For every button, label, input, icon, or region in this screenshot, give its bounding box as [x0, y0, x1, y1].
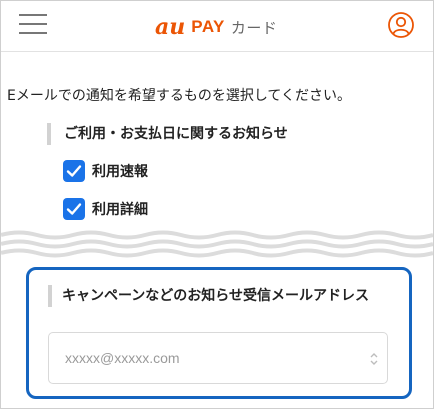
usage-section-heading: ご利用・お支払日に関するお知らせ — [47, 123, 288, 145]
logo-pay-text: PAY — [191, 17, 225, 36]
au-pay-card-logo: au PAY カード — [155, 14, 277, 40]
updown-chevron-icon — [370, 353, 378, 365]
email-placeholder: xxxxx@xxxxx.com — [65, 350, 180, 366]
checkbox-checked-icon[interactable] — [63, 160, 85, 182]
checkbox-usage-details[interactable]: 利用詳細 — [63, 196, 148, 222]
user-account-icon[interactable] — [387, 11, 415, 39]
app-frame: au PAY カード Eメールでの通知を希望するものを選択してください。 ご利用… — [0, 0, 434, 409]
campaign-email-heading: キャンペーンなどのお知らせ受信メールアドレス — [48, 285, 406, 307]
header-bar: au PAY カード — [1, 1, 433, 52]
logo-au-text: au — [155, 14, 186, 40]
checkbox-label: 利用速報 — [92, 164, 148, 180]
checkbox-label: 利用詳細 — [92, 202, 148, 218]
notification-intro-text: Eメールでの通知を希望するものを選択してください。 — [7, 88, 352, 104]
wave-separator — [1, 230, 433, 258]
campaign-email-box: キャンペーンなどのお知らせ受信メールアドレス xxxxx@xxxxx.com — [26, 267, 412, 399]
hamburger-menu-icon[interactable] — [19, 12, 47, 36]
campaign-email-input[interactable]: xxxxx@xxxxx.com — [48, 332, 388, 384]
checkbox-checked-icon[interactable] — [63, 198, 85, 220]
logo-card-text: カード — [230, 18, 278, 37]
checkbox-usage-flash[interactable]: 利用速報 — [63, 158, 148, 184]
